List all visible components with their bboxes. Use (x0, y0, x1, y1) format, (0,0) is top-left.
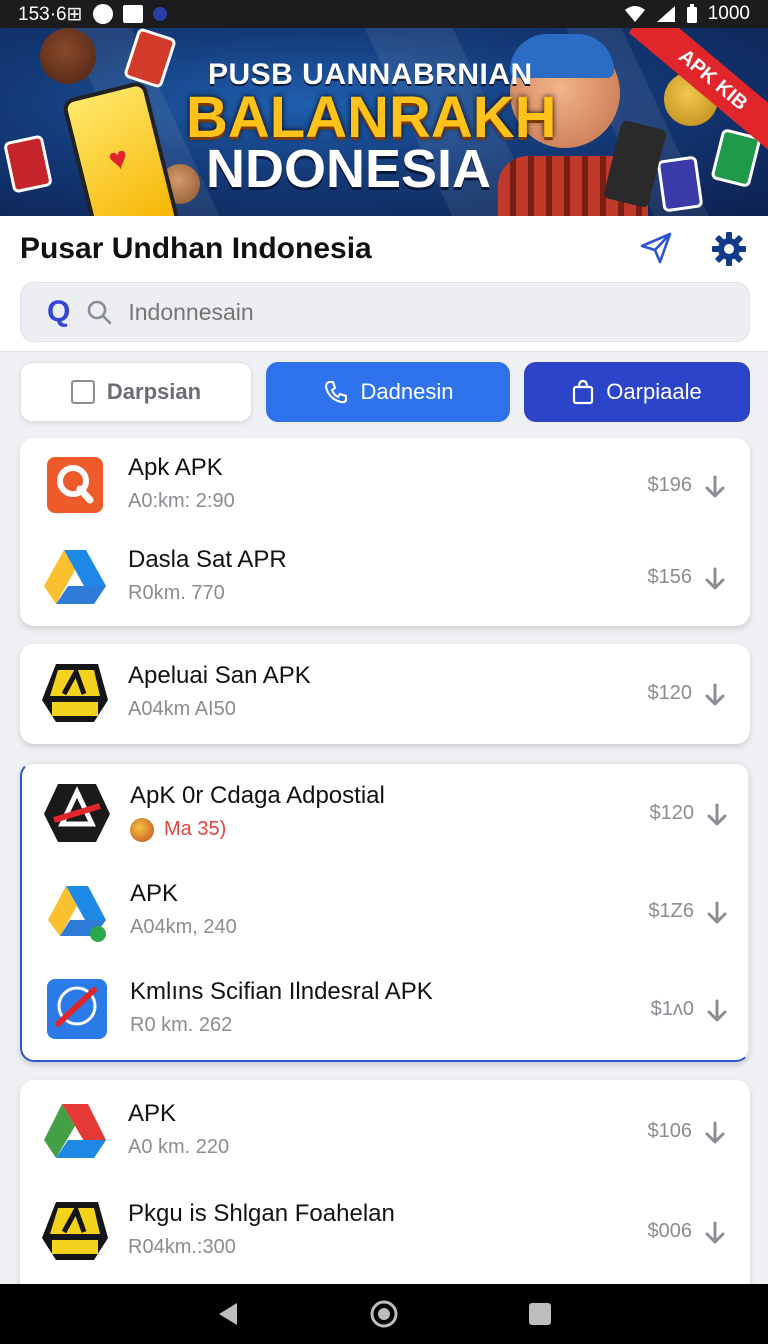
app-name: Pkgu is Shlgan Foahelan (128, 1200, 395, 1227)
home-circle-icon (370, 1300, 398, 1328)
app-price: $120 (649, 802, 695, 824)
app-meta: A04km, 240 (130, 916, 237, 938)
app-price: $196 (647, 474, 693, 496)
list-item[interactable]: Pkgu is Shlgan Foahelan R04km.:300 $006 (20, 1184, 750, 1280)
chip-dadnesin[interactable]: Dadnesin (266, 362, 510, 422)
drive-app-icon (44, 550, 106, 604)
status-bar: 153·6⊞ 1000 (0, 0, 768, 28)
app-meta: Ma 35) (164, 818, 227, 840)
playing-card-icon (3, 134, 53, 194)
app-name: APK (130, 880, 179, 907)
app-name: Dasla Sat APR (128, 546, 287, 573)
search-logo-icon: Q (47, 295, 71, 328)
wifi-icon (624, 6, 645, 22)
signal-icon (656, 6, 675, 22)
app-price: $006 (647, 1220, 693, 1242)
app-price: $1Z6 (648, 900, 694, 922)
app-card: Apk APK A0:km: 2:90 $196 Dasla Sat APR R… (20, 438, 750, 626)
app-price: $1ᴧ0 (650, 998, 694, 1020)
back-button[interactable] (213, 1299, 243, 1329)
badge-app-icon (42, 664, 108, 722)
cartoon-character-left (40, 28, 96, 84)
app-price: $156 (647, 566, 693, 588)
back-triangle-icon (219, 1303, 237, 1325)
app-name: Kmlıns Scifian Ilndesral APK (130, 978, 433, 1005)
mail-icon (122, 5, 143, 23)
send-icon[interactable] (638, 230, 674, 266)
badge-app-icon (42, 1202, 108, 1260)
playing-card-icon (656, 155, 704, 213)
flame-icon (130, 818, 154, 842)
app-price: $106 (647, 1120, 693, 1142)
download-icon[interactable] (706, 802, 728, 828)
download-icon[interactable] (704, 566, 726, 592)
shopping-bag-icon (573, 379, 594, 405)
filter-chips: Darpsian Dadnesin Oarpiaale (20, 362, 750, 422)
chip-label: Darpsian (106, 379, 202, 404)
app-name: Apk APK (128, 454, 223, 481)
app-meta: A04km AI50 (128, 698, 236, 720)
drive-app-icon (48, 886, 106, 942)
app-name: APK (128, 1100, 177, 1127)
search-app-icon (47, 457, 103, 513)
rocket-app-icon (47, 979, 107, 1039)
status-time: 153·6⊞ (18, 3, 83, 25)
promo-banner[interactable]: ♥ APK KIB PUSB UANNABRNIAN BALANRAKH NDO… (0, 28, 768, 216)
search-icon (88, 300, 112, 325)
download-icon[interactable] (706, 998, 728, 1024)
notification-icon (92, 4, 113, 24)
app-card: Apeluai San APK A04km AI50 $120 (20, 644, 750, 744)
app-meta: A0:km: 2:90 (128, 490, 235, 512)
page-title: Pusar Undhan Indonesia (20, 232, 372, 265)
app-meta: R0km. 770 (128, 582, 225, 604)
list-item[interactable]: Apeluai San APK A04km AI50 $120 (20, 646, 750, 742)
triangle-app-icon (44, 1104, 106, 1158)
list-item[interactable]: APK A0 km. 220 $106 (20, 1084, 750, 1180)
download-icon[interactable] (704, 682, 726, 708)
checkbox-icon (70, 380, 95, 404)
app-card-selected: ApK 0r Cdaga Adpostial Ma 35) $120 APK A… (20, 762, 750, 1062)
list-item[interactable]: Dasla Sat APR R0km. 770 $156 (20, 530, 750, 626)
download-icon[interactable] (704, 474, 726, 500)
arrow-badge-app-icon (44, 784, 110, 842)
recents-square-icon (529, 1303, 551, 1325)
home-button[interactable] (369, 1299, 399, 1329)
banner-headline-sub: NDONESIA (206, 139, 492, 199)
list-item[interactable]: Kmlıns Scifian Ilndesral APK R0 km. 262 … (22, 962, 752, 1058)
chip-darpsian[interactable]: Darpsian (20, 362, 252, 422)
app-name: Apeluai San APK (128, 662, 311, 689)
app-price: $120 (647, 682, 693, 704)
phone-icon (324, 381, 347, 404)
download-icon[interactable] (704, 1220, 726, 1246)
battery-icon (686, 4, 697, 23)
recents-button[interactable] (525, 1299, 555, 1329)
search-bar[interactable]: Q (20, 282, 750, 342)
app-notification-icon (152, 7, 167, 21)
app-name: ApK 0r Cdaga Adpostial (130, 782, 385, 809)
search-input[interactable] (128, 298, 689, 326)
chip-label: Oarpiaale (606, 379, 702, 404)
app-meta: R0 km. 262 (130, 1014, 233, 1036)
chip-oarpiaale[interactable]: Oarpiaale (524, 362, 750, 422)
gear-icon[interactable] (710, 230, 748, 268)
app-header: Pusar Undhan Indonesia Q (0, 216, 768, 352)
app-card: APK A0 km. 220 $106 Pkgu is Shlgan Foahe… (20, 1080, 750, 1284)
download-icon[interactable] (704, 1120, 726, 1146)
system-nav-bar (0, 1284, 768, 1344)
list-item[interactable]: ApK 0r Cdaga Adpostial Ma 35) $120 (22, 766, 752, 862)
chip-label: Dadnesin (360, 379, 454, 404)
list-item[interactable]: Apk APK A0:km: 2:90 $196 (20, 438, 750, 534)
app-meta: A0 km. 220 (128, 1136, 230, 1158)
app-meta: R04km.:300 (128, 1236, 236, 1258)
download-icon[interactable] (706, 900, 728, 926)
battery-level: 1000 (707, 3, 750, 24)
list-item[interactable]: APK A04km, 240 $1Z6 (22, 864, 752, 960)
